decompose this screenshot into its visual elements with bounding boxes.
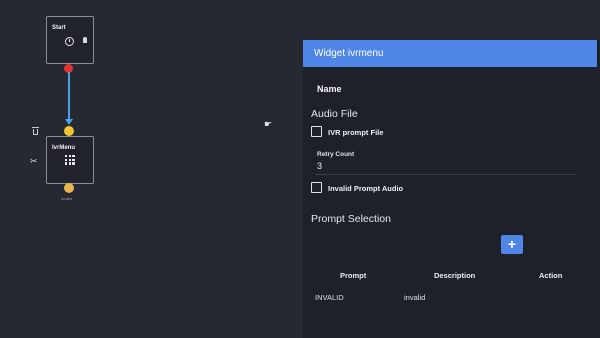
- invalid-prompt-checkbox[interactable]: [311, 182, 322, 193]
- retry-count-underline: [315, 174, 577, 175]
- add-prompt-button[interactable]: +: [501, 235, 523, 254]
- ivr-node-title: IvrMenu: [52, 145, 76, 151]
- trash-icon[interactable]: [32, 127, 39, 135]
- retry-count-label: Retry Count: [317, 151, 355, 158]
- grid-icon: [65, 155, 75, 165]
- clock-icon: [65, 37, 74, 46]
- retry-count-input[interactable]: 3: [317, 161, 322, 171]
- column-header-description: Description: [434, 271, 476, 280]
- column-header-action: Action: [539, 271, 563, 280]
- ivr-prompt-checkbox[interactable]: [311, 126, 322, 137]
- table-cell-prompt: INVALID: [315, 293, 344, 302]
- connector-arrow: [65, 119, 73, 125]
- ivr-input-port[interactable]: [64, 126, 74, 136]
- audio-file-heading: Audio File: [311, 108, 358, 120]
- pin-icon: [83, 37, 87, 43]
- invalid-prompt-label: Invalid Prompt Audio: [328, 184, 404, 193]
- column-header-prompt: Prompt: [340, 271, 367, 280]
- panel-title: Widget ivrmenu: [303, 40, 597, 67]
- table-cell-description: invalid: [404, 293, 426, 302]
- ivr-port-caption: invalid: [61, 196, 73, 201]
- hand-cursor-icon: ☛: [264, 119, 273, 129]
- widget-panel: Widget ivrmenu Name Audio File IVR promp…: [303, 40, 600, 338]
- prompt-selection-heading: Prompt Selection: [311, 213, 391, 225]
- ivr-prompt-label: IVR prompt File: [328, 128, 384, 137]
- scissors-icon[interactable]: ✂: [30, 157, 38, 166]
- ivr-output-port[interactable]: [64, 183, 74, 193]
- name-field-label: Name: [317, 84, 342, 94]
- start-node-title: Start: [52, 25, 66, 31]
- connector-line: [68, 72, 70, 122]
